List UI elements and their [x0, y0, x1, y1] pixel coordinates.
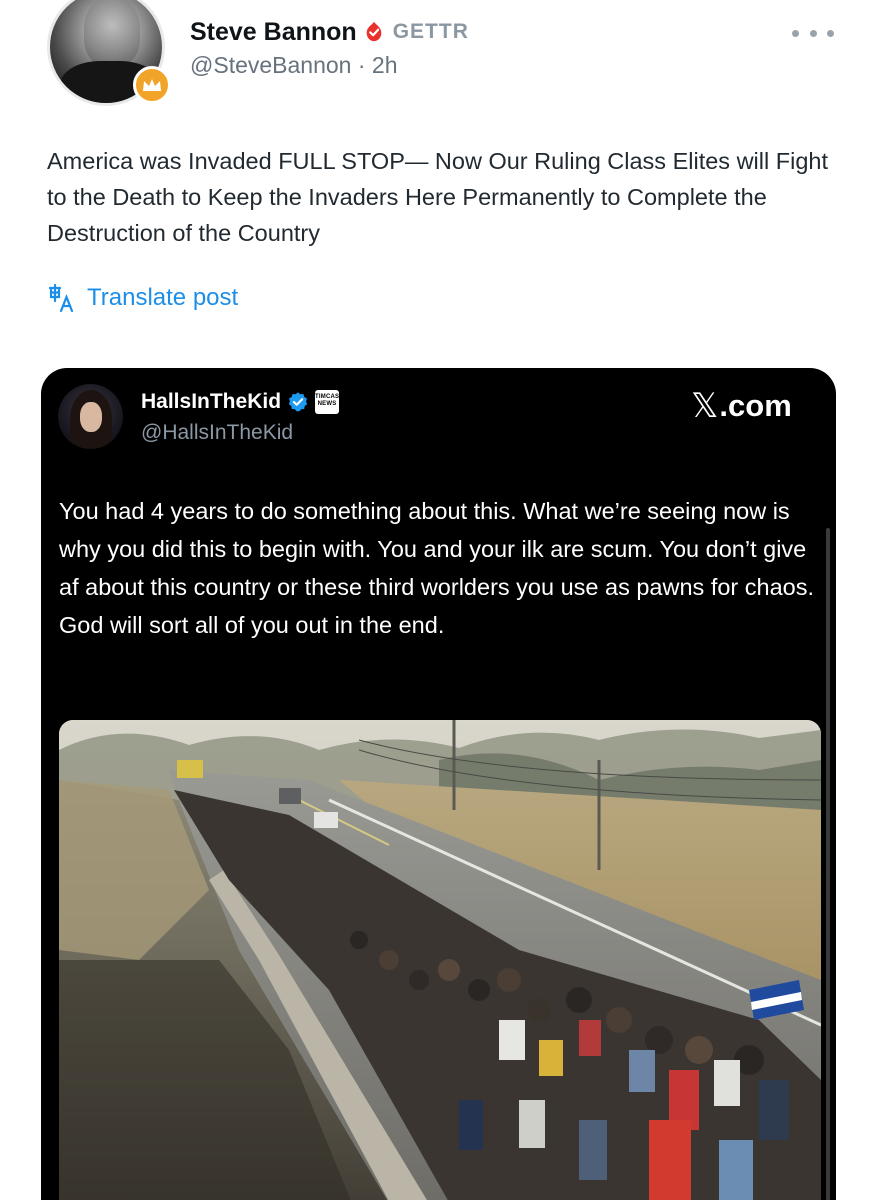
quoted-name-row: HallsInTheKid TIMCAST NEWS — [141, 390, 343, 414]
source-domain: .com — [719, 388, 792, 423]
translate-icon — [48, 283, 74, 313]
attached-photo[interactable] — [59, 720, 821, 1200]
scrollbar[interactable] — [826, 528, 830, 1200]
post-text: America was Invaded FULL STOP— Now Our R… — [47, 148, 828, 246]
affiliation-badge: TIMCAST NEWS — [315, 390, 343, 414]
author-avatar-wrap[interactable] — [47, 0, 173, 106]
quoted-avatar[interactable] — [58, 384, 123, 449]
quoted-text: You had 4 years to do something about th… — [59, 498, 815, 638]
quoted-author-name[interactable]: HallsInTheKid — [141, 390, 281, 414]
platform-label: GETTR — [392, 20, 469, 43]
avatar-face — [84, 0, 140, 67]
quoted-avatar-face — [80, 402, 102, 432]
more-icon[interactable] — [792, 18, 834, 48]
author-name[interactable]: Steve Bannon — [190, 18, 357, 47]
source-label: 𝕏 .com — [691, 386, 792, 426]
x-logo-icon: 𝕏 — [691, 387, 719, 425]
quoted-post-card[interactable]: HallsInTheKid TIMCAST NEWS @HallsInTheKi… — [41, 368, 836, 1200]
translate-post-label: Translate post — [87, 284, 239, 311]
crown-icon — [133, 66, 171, 104]
translate-post-link[interactable]: Translate post — [47, 283, 238, 313]
author-handle[interactable]: @SteveBannon · 2h — [190, 52, 397, 79]
quoted-handle[interactable]: @HallsInTheKid — [141, 421, 293, 445]
verified-icon — [287, 391, 309, 413]
gettr-flame-icon — [363, 21, 385, 43]
author-name-row: Steve Bannon GETTR — [190, 14, 469, 50]
